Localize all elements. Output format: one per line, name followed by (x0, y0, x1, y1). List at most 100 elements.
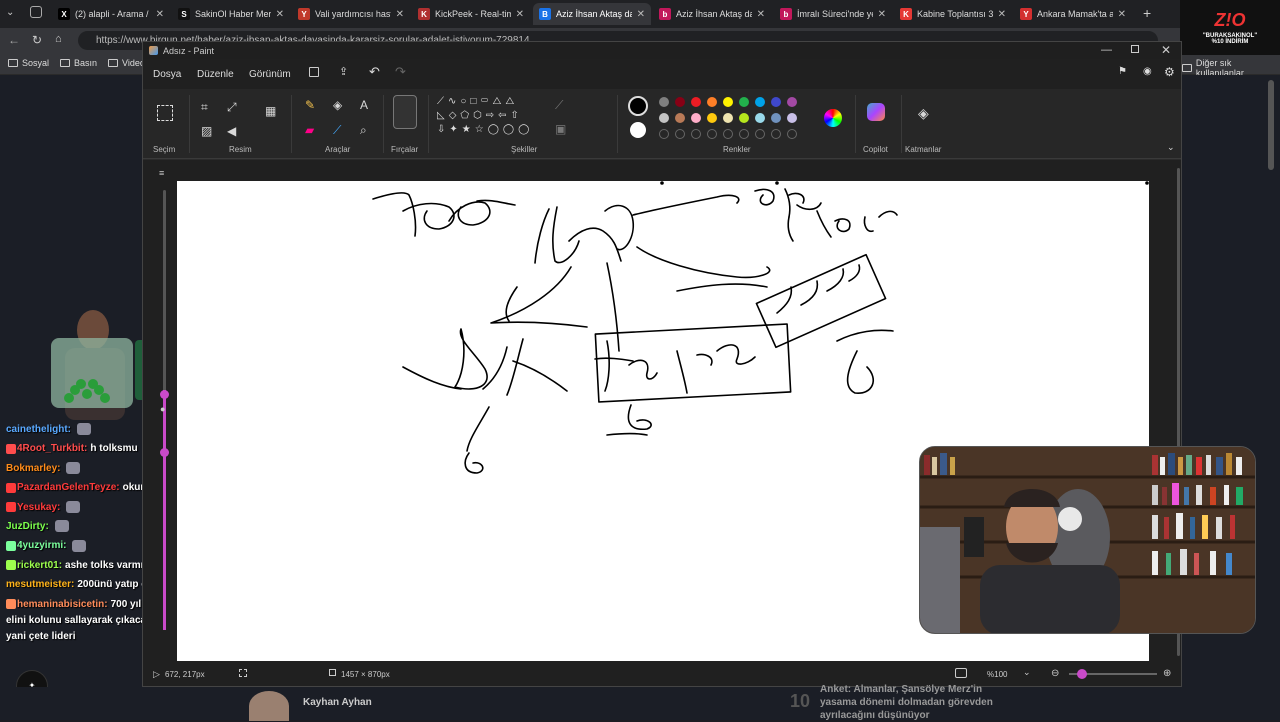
palette-empty-swatch[interactable] (739, 129, 749, 139)
palette-empty-swatch[interactable] (787, 129, 797, 139)
menu-duzenle[interactable]: Düzenle (197, 69, 234, 80)
browser-tab[interactable]: Y Vali yardımcısı hasta kıl ✕ (292, 3, 410, 25)
zoom-dropdown-icon[interactable]: ⌄ (1023, 667, 1031, 678)
close-button[interactable]: ✕ (1161, 43, 1171, 57)
chat-username[interactable]: PazardanGelenTeyze: (17, 482, 120, 493)
palette-color-swatch[interactable] (691, 97, 701, 107)
palette-color-swatch[interactable] (723, 97, 733, 107)
fill-icon[interactable]: ◈ (333, 99, 342, 111)
palette-color-swatch[interactable] (691, 113, 701, 123)
layers-icon[interactable]: ◈ (918, 106, 929, 120)
save-icon[interactable] (309, 67, 319, 77)
resize-icon[interactable]: ⤢ (227, 101, 237, 113)
edit-colors-icon[interactable] (824, 109, 842, 127)
tab-close-icon[interactable]: ✕ (1118, 9, 1126, 20)
account-icon[interactable]: ◉ (1143, 66, 1152, 77)
palette-color-swatch[interactable] (739, 97, 749, 107)
browser-tab[interactable]: X (2) alapli - Arama / X ✕ (52, 3, 170, 25)
slider-handle-upper[interactable] (160, 390, 169, 399)
zoom-level[interactable]: %100 (987, 670, 1007, 679)
palette-color-swatch[interactable] (707, 97, 717, 107)
tab-close-icon[interactable]: ✕ (516, 9, 524, 20)
browser-tab[interactable]: Y Ankara Mamak'ta ağaç ✕ (1014, 3, 1132, 25)
background-remove-icon[interactable]: ▨ (201, 125, 212, 137)
ribbon-collapse-icon[interactable]: ⌄ (1167, 141, 1175, 153)
palette-color-swatch[interactable] (771, 113, 781, 123)
maximize-button[interactable] (1131, 45, 1139, 53)
palette-color-swatch[interactable] (723, 113, 733, 123)
tab-menu-icon[interactable]: ⌄ (6, 7, 20, 21)
browser-tab[interactable]: S SakinOl Haber Merkezi ✕ (172, 3, 290, 25)
browser-tab[interactable]: b Aziz İhsan Aktaş davası ✕ (653, 3, 771, 25)
palette-empty-swatch[interactable] (691, 129, 701, 139)
new-tab-button[interactable]: + (1143, 5, 1151, 21)
fit-screen-icon[interactable] (955, 668, 967, 678)
tab-close-icon[interactable]: ✕ (998, 9, 1006, 20)
browser-tab[interactable]: B Aziz İhsan Aktaş davası ✕ (533, 3, 651, 25)
palette-color-swatch[interactable] (675, 97, 685, 107)
palette-color-swatch[interactable] (755, 97, 765, 107)
pencil-icon[interactable]: ✎ (305, 99, 315, 111)
chat-username[interactable]: Bokmarley: (6, 463, 60, 474)
news-headline[interactable]: Anket: Almanlar, Şansölye Merz'in yasama… (820, 683, 1000, 722)
brush-icon[interactable] (393, 95, 417, 129)
chat-username[interactable]: 4yuzyirmi: (17, 540, 66, 551)
tab-close-icon[interactable]: ✕ (396, 9, 404, 20)
rotate-icon[interactable]: ◀ (227, 125, 236, 137)
chat-username[interactable]: hemaninabisicetin: (17, 599, 108, 610)
feedback-icon[interactable]: ⚑ (1118, 66, 1127, 77)
palette-empty-swatch[interactable] (707, 129, 717, 139)
magnifier-icon[interactable]: ⌕ (360, 124, 367, 136)
bookmark-video[interactable]: Video (108, 58, 145, 68)
chat-username[interactable]: JuzDirty: (6, 521, 49, 532)
palette-color-swatch[interactable] (771, 97, 781, 107)
shape-outline-icon[interactable]: ⟋ (555, 99, 563, 111)
palette-empty-swatch[interactable] (675, 129, 685, 139)
shapes-gallery[interactable]: ⟋∿○□▭△△ ◺◇⬠⬡⇨⇦⇧ ⇩✦★☆◯◯◯ (437, 95, 543, 139)
palette-empty-swatch[interactable] (755, 129, 765, 139)
browser-tab[interactable]: K Kabine Toplantısı 3'ünc ✕ (894, 3, 1012, 25)
palette-color-swatch[interactable] (755, 113, 765, 123)
palette-color-swatch[interactable] (787, 97, 797, 107)
chat-username[interactable]: cainethelight: (6, 424, 71, 435)
minimize-button[interactable]: — (1101, 44, 1112, 56)
menu-dosya[interactable]: Dosya (153, 69, 181, 80)
text-icon[interactable]: A (360, 99, 368, 111)
page-scrollbar[interactable] (1268, 80, 1274, 170)
palette-color-swatch[interactable] (659, 113, 669, 123)
color1-swatch[interactable] (628, 96, 648, 116)
palette-color-swatch[interactable] (707, 113, 717, 123)
bookmark-sosyal[interactable]: Sosyal (8, 58, 49, 68)
slider-handle-lower[interactable] (160, 448, 169, 457)
chat-username[interactable]: 4Root_Turkbit: (17, 443, 87, 454)
back-icon[interactable]: ← (8, 33, 20, 47)
palette-color-swatch[interactable] (675, 113, 685, 123)
tab-close-icon[interactable]: ✕ (637, 9, 645, 20)
shape-fill-icon[interactable]: ▣ (555, 123, 566, 135)
redo-icon[interactable]: ↷ (395, 64, 406, 80)
zoom-in-icon[interactable]: ⊕ (1163, 668, 1171, 679)
eraser-icon[interactable]: ▰ (305, 124, 314, 136)
tab-close-icon[interactable]: ✕ (878, 9, 886, 20)
chat-username[interactable]: Yesukay: (17, 502, 60, 513)
palette-color-swatch[interactable] (787, 113, 797, 123)
browser-tab[interactable]: K KickPeek - Real-time UI ✕ (412, 3, 530, 25)
browser-tab[interactable]: b İmralı Süreci'nde yeni a ✕ (774, 3, 892, 25)
home-icon[interactable]: ⌂ (55, 33, 62, 45)
tab-close-icon[interactable]: ✕ (757, 9, 765, 20)
chat-username[interactable]: mesutmeister: (6, 579, 74, 590)
palette-empty-swatch[interactable] (723, 129, 733, 139)
chat-username[interactable]: rickert01: (17, 560, 62, 571)
share-icon[interactable]: ⇪ (339, 65, 348, 78)
color-picker-icon[interactable]: ⟋ (333, 124, 341, 136)
bookmark-basin[interactable]: Basın (60, 58, 97, 68)
zoom-slider-handle[interactable] (1077, 669, 1087, 679)
workspaces-icon[interactable] (30, 6, 42, 18)
settings-icon[interactable]: ⚙ (1164, 65, 1175, 79)
author-name[interactable]: Kayhan Ayhan (303, 697, 372, 708)
palette-empty-swatch[interactable] (771, 129, 781, 139)
selection-tool-icon[interactable] (157, 105, 173, 121)
copilot-icon[interactable] (867, 103, 885, 121)
crop-icon[interactable]: ⌗ (201, 101, 208, 113)
palette-color-swatch[interactable] (739, 113, 749, 123)
